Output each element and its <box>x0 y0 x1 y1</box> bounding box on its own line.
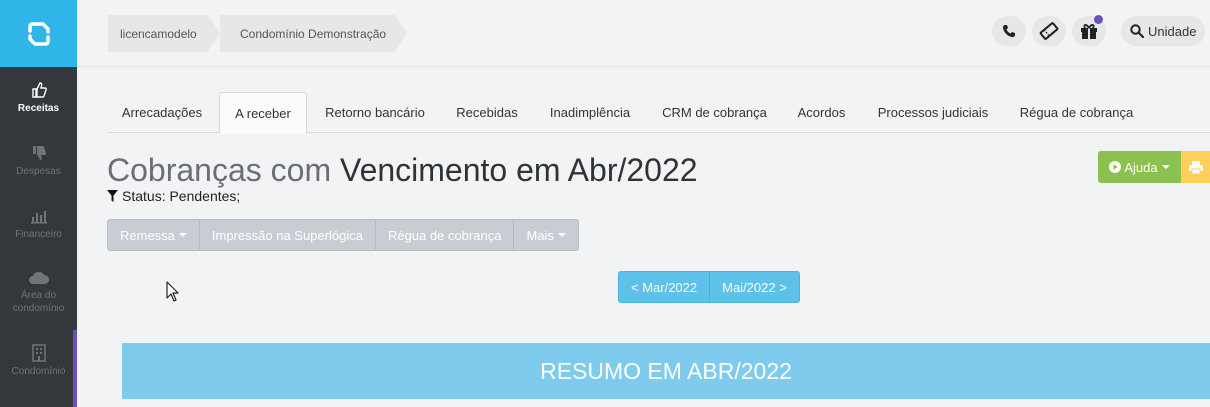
search-label: Unidade <box>1148 23 1197 39</box>
page-title-prefix: Cobranças com <box>107 152 332 188</box>
breadcrumb-label: Condomínio Demonstração <box>240 26 387 41</box>
sidebar: Receitas Despesas Financeiro Área do con… <box>0 0 77 407</box>
help-button[interactable]: Ajuda <box>1098 151 1181 183</box>
breadcrumb-item-licenca[interactable]: licencamodelo <box>108 15 220 52</box>
summary-title: RESUMO EM ABR/2022 <box>540 357 792 384</box>
prev-month-label: < Mar/2022 <box>631 279 698 295</box>
mouse-cursor-icon <box>166 281 179 302</box>
phone-icon <box>1003 25 1015 37</box>
tab-label: Inadimplência <box>549 105 631 120</box>
tab-label: A receber <box>235 105 291 121</box>
caret-down-icon <box>1161 165 1170 169</box>
building-icon <box>31 344 46 362</box>
tab-label: Régua de cobrança <box>1019 105 1134 120</box>
tab-a-receber[interactable]: A receber <box>219 92 307 134</box>
impressao-label: Impressão na Superlógica <box>211 227 363 243</box>
search-unidade-button[interactable]: Unidade <box>1121 16 1205 46</box>
tab-label: Retorno bancário <box>325 105 425 120</box>
next-month-label: Mai/2022 > <box>722 279 787 295</box>
action-toolbar: Remessa Impressão na Superlógica Régua d… <box>107 219 579 251</box>
tab-label: Acordos <box>797 105 846 120</box>
thumbs-down-icon <box>32 146 46 160</box>
bar-chart-icon <box>30 211 47 224</box>
caret-down-icon <box>178 233 187 237</box>
ticket-button[interactable] <box>1032 16 1066 46</box>
sidebar-item-label: Condomínio <box>11 366 66 377</box>
tab-bar: Arrecadações A receber Retorno bancário … <box>107 92 1210 134</box>
status-text: Status: Pendentes; <box>122 188 241 204</box>
topbar: licencamodelo Condomínio Demonstração Un… <box>77 0 1210 67</box>
tab-processos-judiciais[interactable]: Processos judiciais <box>863 92 1003 133</box>
sidebar-item-area-condominio[interactable]: Área do condomínio <box>0 267 77 315</box>
sidebar-item-condominio[interactable]: Condomínio <box>0 343 77 378</box>
gift-icon <box>1081 24 1097 39</box>
sidebar-item-label: Área do condomínio <box>12 290 65 314</box>
page-title-period: Vencimento em Abr/2022 <box>339 152 698 188</box>
cloud-icon <box>28 271 49 284</box>
logo-icon <box>27 21 50 46</box>
ticket-icon <box>1039 22 1059 40</box>
mais-label: Mais <box>526 227 554 243</box>
tab-arrecadacoes[interactable]: Arrecadações <box>107 92 217 133</box>
print-icon <box>1188 160 1203 174</box>
sidebar-item-despesas[interactable]: Despesas <box>0 143 77 178</box>
mais-button[interactable]: Mais <box>514 220 577 250</box>
sidebar-active-marker <box>73 330 77 407</box>
tab-retorno-bancario[interactable]: Retorno bancário <box>310 92 440 133</box>
gift-button[interactable] <box>1072 15 1106 46</box>
tab-label: Processos judiciais <box>877 105 989 120</box>
app-logo[interactable] <box>0 0 77 67</box>
tab-inadimplencia[interactable]: Inadimplência <box>535 92 645 133</box>
print-button[interactable] <box>1181 151 1210 183</box>
thumbs-up-icon <box>31 82 47 98</box>
tab-acordos[interactable]: Acordos <box>784 92 859 133</box>
phone-button[interactable] <box>992 16 1026 46</box>
notification-dot <box>1094 15 1103 24</box>
sidebar-item-label: Receitas <box>17 103 60 114</box>
sidebar-item-label: Financeiro <box>15 229 62 240</box>
impressao-superlogica-button[interactable]: Impressão na Superlógica <box>200 220 376 250</box>
tab-label: Arrecadações <box>121 105 203 120</box>
filter-icon <box>107 190 118 202</box>
regua-cobranca-button[interactable]: Régua de cobrança <box>376 220 515 250</box>
remessa-label: Remessa <box>120 227 175 243</box>
summary-header: RESUMO EM ABR/2022 <box>122 343 1210 399</box>
sidebar-item-receitas[interactable]: Receitas <box>0 80 77 115</box>
tab-regua-cobranca[interactable]: Régua de cobrança <box>1005 92 1148 133</box>
caret-down-icon <box>557 233 566 237</box>
page-title: Cobranças com Vencimento em Abr/2022 <box>107 150 698 190</box>
tab-label: CRM de cobrança <box>662 105 767 120</box>
tab-label: Recebidas <box>456 105 518 120</box>
play-circle-icon <box>1109 161 1122 173</box>
sidebar-item-label: Despesas <box>16 166 61 177</box>
help-label: Ajuda <box>1124 159 1158 175</box>
breadcrumb-label: licencamodelo <box>120 26 197 41</box>
tab-crm-cobranca[interactable]: CRM de cobrança <box>647 92 782 133</box>
remessa-button[interactable]: Remessa <box>108 220 200 250</box>
prev-month-button[interactable]: < Mar/2022 <box>619 272 709 302</box>
sidebar-item-financeiro[interactable]: Financeiro <box>0 206 77 241</box>
search-icon <box>1130 24 1144 38</box>
regua-label: Régua de cobrança <box>387 227 502 243</box>
breadcrumb-item-condominio[interactable]: Condomínio Demonstração <box>220 15 407 52</box>
month-navigation: < Mar/2022 Mai/2022 > <box>618 271 800 303</box>
tab-recebidas[interactable]: Recebidas <box>442 92 532 133</box>
status-filter: Status: Pendentes; <box>107 188 240 204</box>
next-month-button[interactable]: Mai/2022 > <box>709 272 799 302</box>
